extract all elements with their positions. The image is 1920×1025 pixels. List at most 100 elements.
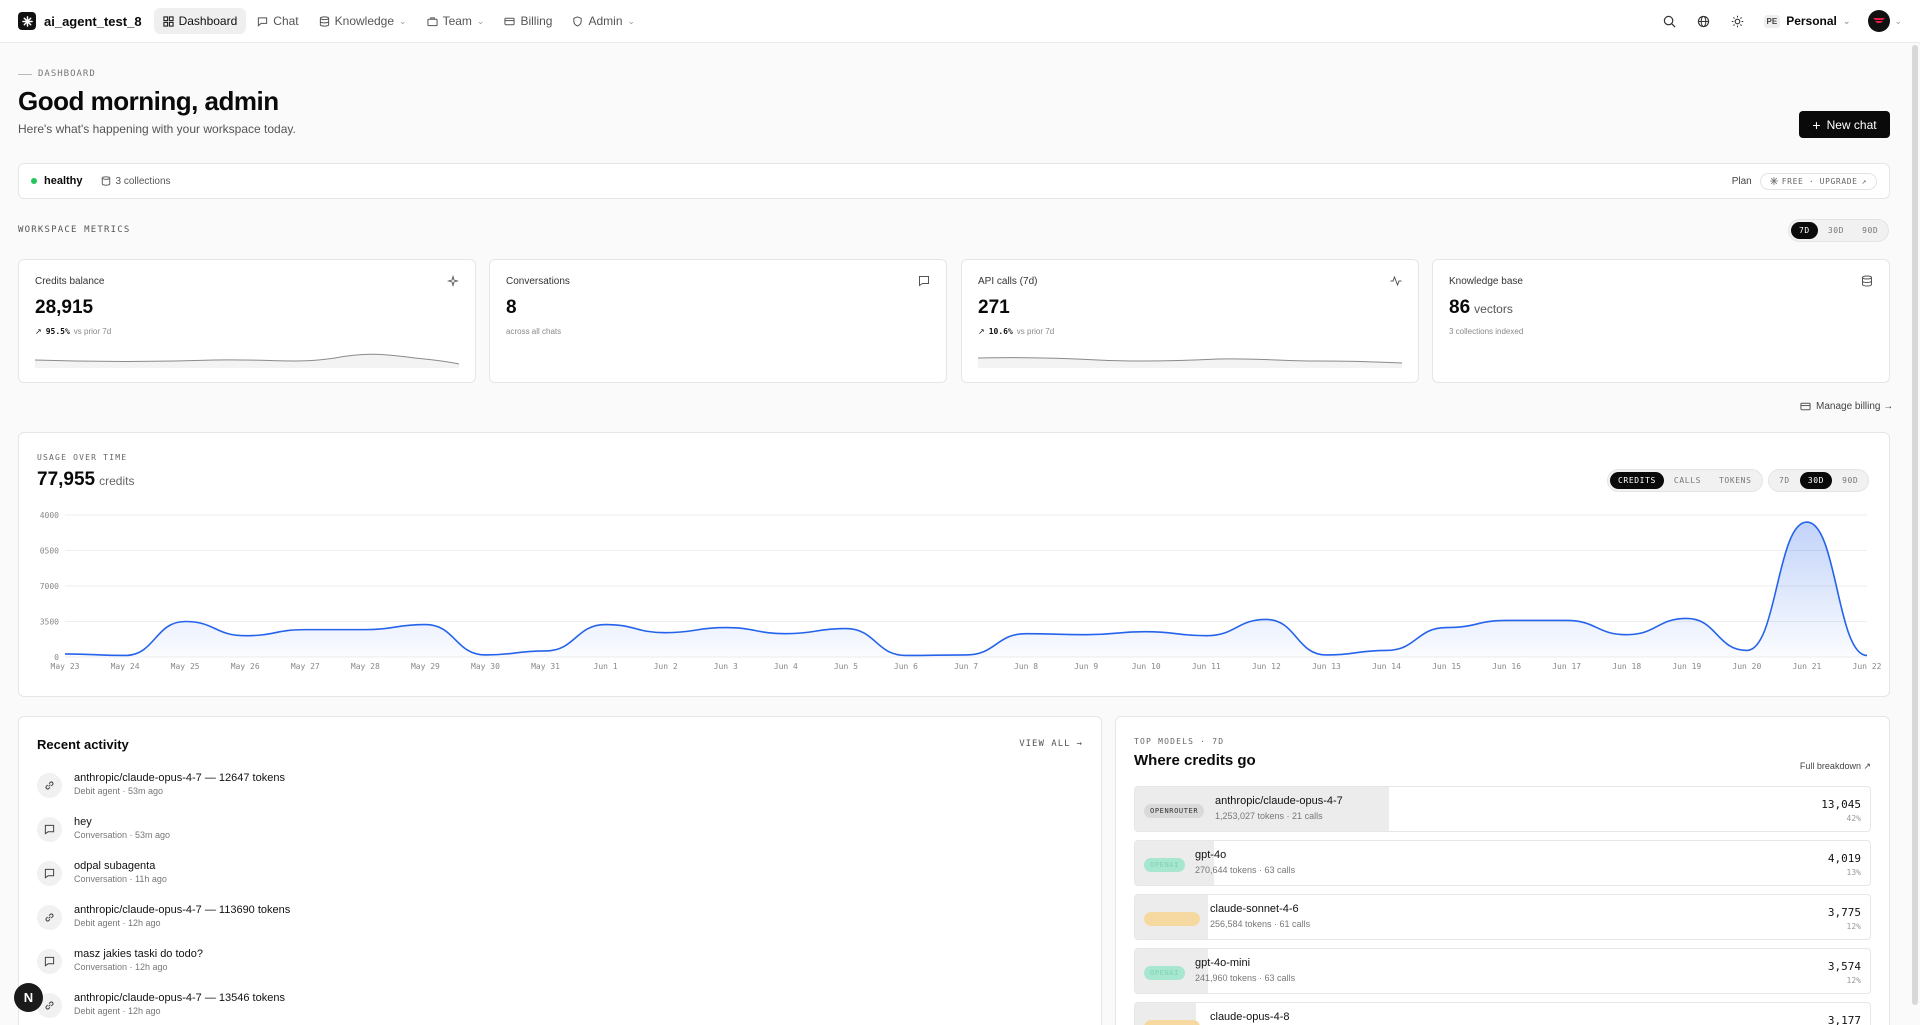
metric-delta: ↗ 10.6% vs prior 7d xyxy=(978,327,1402,336)
link-icon xyxy=(37,773,62,798)
user-menu[interactable]: ⌄ xyxy=(1868,10,1902,32)
sun-icon[interactable] xyxy=(1730,13,1746,29)
arrow-up-right-icon: ↗ xyxy=(1861,176,1867,186)
message-icon xyxy=(37,861,62,886)
collections-count[interactable]: 3 collections xyxy=(101,176,171,187)
activity-item[interactable]: masz jakies taski do todo? Conversation ·… xyxy=(37,948,203,974)
metric-title: Knowledge base xyxy=(1449,276,1523,287)
provider-badge: OPENAI xyxy=(1144,966,1185,980)
chart-x-tick: Jun 10 xyxy=(1132,662,1161,671)
full-breakdown-link[interactable]: Full breakdown ↗ xyxy=(1800,761,1871,772)
activity-title: anthropic/claude-opus-4-7 — 113690 token… xyxy=(74,904,291,916)
activity-title: odpal subagenta xyxy=(74,860,156,872)
chart-x-tick: Jun 3 xyxy=(714,662,738,671)
plan-upgrade-button[interactable]: FREE · UPGRADE ↗ xyxy=(1759,172,1877,190)
grid-icon xyxy=(162,15,174,27)
metrics-range-7d[interactable]: 7D xyxy=(1791,222,1818,239)
metric-sub: across all chats xyxy=(506,327,562,336)
metric-delta-sub: vs prior 7d xyxy=(73,327,112,336)
chat-icon xyxy=(258,16,268,27)
model-row[interactable]: claude-sonnet-4-6 256,584 tokens · 61 cal… xyxy=(1134,894,1871,940)
manage-billing-label: Manage billing → xyxy=(1816,401,1894,412)
metrics-range-selector: 7D 30D 90D xyxy=(1788,219,1890,242)
arrow-up-right-icon: ↗ xyxy=(978,327,985,336)
provider-badge: OPENAI xyxy=(1144,858,1185,872)
model-credits: 3,775 xyxy=(1827,906,1861,919)
top-nav: ai_agent_test_8 Dashboard Chat Knowledge… xyxy=(0,0,1920,43)
nav-team[interactable]: Team ⌄ xyxy=(418,8,494,34)
activity-item[interactable]: hey Conversation · 53m ago xyxy=(37,816,170,842)
nav-dashboard[interactable]: Dashboard xyxy=(153,8,247,34)
card-icon xyxy=(504,17,516,25)
briefcase-icon xyxy=(426,16,438,26)
globe-icon[interactable] xyxy=(1696,13,1712,29)
plan-value: FREE · UPGRADE xyxy=(1781,176,1858,186)
model-name: gpt-4o xyxy=(1195,849,1227,861)
nav-knowledge[interactable]: Knowledge ⌄ xyxy=(310,8,416,34)
activity-title: hey xyxy=(74,816,92,828)
model-credits: 3,177 xyxy=(1827,1014,1861,1025)
metrics-range-90d[interactable]: 90D xyxy=(1854,222,1886,239)
metric-title: Conversations xyxy=(506,276,570,287)
model-row[interactable]: OPENAI gpt-4o-mini 241,960 tokens · 63 cal… xyxy=(1134,948,1871,994)
activity-title: masz jakies taski do todo? xyxy=(74,948,204,960)
activity-item[interactable]: odpal subagenta Conversation · 11h ago xyxy=(37,860,167,886)
model-name: anthropic/claude-opus-4-7 xyxy=(1215,795,1343,807)
metric-value: 271 xyxy=(978,297,1010,318)
activity-sub: Debit agent · 12h ago xyxy=(74,918,161,928)
nav-billing[interactable]: Billing xyxy=(495,8,561,34)
recent-activity-title: Recent activity xyxy=(37,737,129,752)
model-row[interactable]: claude-opus-4-8 3,177 xyxy=(1134,1002,1871,1025)
metric-card-knowledge[interactable]: Knowledge base 86 vectors 3 collections i… xyxy=(1432,259,1890,383)
chart-x-tick: Jun 6 xyxy=(894,662,918,671)
chart-x-tick: Jun 4 xyxy=(774,662,798,671)
activity-item[interactable]: anthropic/claude-opus-4-7 — 113690 token… xyxy=(37,904,290,930)
metrics-section-label: WORKSPACE METRICS xyxy=(18,225,131,235)
metric-value: 28,915 xyxy=(35,297,94,318)
chart-x-tick: Jun 2 xyxy=(654,662,678,671)
usage-chart: 0 3500 7000 0500 4000 May 23 May 24 May 25 May 2… xyxy=(40,511,1882,671)
chevron-down-icon: ⌄ xyxy=(627,15,636,26)
nav-admin[interactable]: Admin ⌄ xyxy=(563,8,644,34)
top-models-title: Where credits go xyxy=(1134,752,1256,769)
sparkle-icon xyxy=(1769,177,1778,185)
provider-badge xyxy=(1144,1020,1200,1025)
new-chat-label: New chat xyxy=(1826,117,1877,132)
activity-item[interactable]: anthropic/claude-opus-4-7 — 13546 tokens… xyxy=(37,992,285,1018)
chart-x-tick: May 25 xyxy=(171,662,200,671)
chart-x-tick: Jun 8 xyxy=(1014,662,1038,671)
manage-billing-link[interactable]: Manage billing → xyxy=(1800,401,1893,412)
new-chat-button[interactable]: + New chat xyxy=(1799,111,1890,138)
view-all-link[interactable]: VIEW ALL → xyxy=(1019,739,1083,749)
activity-item[interactable]: anthropic/claude-opus-4-7 — 12647 tokens… xyxy=(37,772,285,798)
workspace-switcher[interactable]: PE Personal ⌄ xyxy=(1763,14,1850,28)
chart-y-tick: 7000 xyxy=(40,582,59,591)
database-icon xyxy=(101,176,110,186)
metric-unit: vectors xyxy=(1474,302,1513,316)
arrow-up-right-icon: ↗ xyxy=(35,327,42,336)
chart-x-tick: May 27 xyxy=(291,662,320,671)
metric-card-conversations[interactable]: Conversations 8 across all chats xyxy=(489,259,947,383)
brand[interactable]: ai_agent_test_8 xyxy=(18,12,142,30)
page-scrollbar[interactable] xyxy=(1912,45,1918,1005)
message-icon xyxy=(919,276,929,287)
breadcrumb: DASHBOARD xyxy=(18,69,96,79)
model-row[interactable]: OPENROUTER anthropic/claude-opus-4-7 1,253… xyxy=(1134,786,1871,832)
nav-chat[interactable]: Chat xyxy=(248,8,307,34)
assistant-launcher-button[interactable]: N xyxy=(14,983,43,1012)
chevron-down-icon: ⌄ xyxy=(1894,15,1902,26)
model-row[interactable]: OPENAI gpt-4o 270,644 tokens · 63 calls 4,0… xyxy=(1134,840,1871,886)
chart-x-tick: Jun 16 xyxy=(1492,662,1521,671)
database-icon xyxy=(1862,275,1872,287)
metrics-range-30d[interactable]: 30D xyxy=(1820,222,1852,239)
metric-card-api-calls[interactable]: API calls (7d) 271 ↗ 10.6% vs prior 7d xyxy=(961,259,1419,383)
collections-label: 3 collections xyxy=(115,175,171,187)
recent-activity-card: Recent activity VIEW ALL → anthropic/clau… xyxy=(18,716,1102,1025)
search-icon[interactable] xyxy=(1662,13,1678,29)
metric-card-credits[interactable]: Credits balance 28,915 ↗ 95.5% vs prior 7d xyxy=(18,259,476,383)
chevron-down-icon: ⌄ xyxy=(399,15,407,26)
model-usage: 241,960 tokens · 63 calls xyxy=(1195,973,1296,983)
top-models-label: TOP MODELS · 7D xyxy=(1134,737,1225,746)
breadcrumb-label: DASHBOARD xyxy=(38,69,96,79)
chart-x-tick: Jun 19 xyxy=(1672,662,1701,671)
